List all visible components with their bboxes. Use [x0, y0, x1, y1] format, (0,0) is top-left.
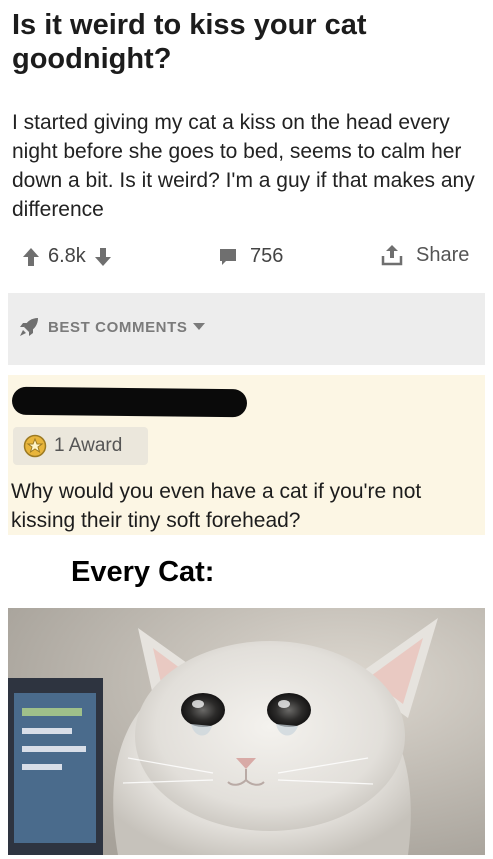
crying-cat-image [8, 608, 485, 855]
award-badge[interactable]: 1 Award [13, 427, 148, 465]
upvote-arrow-icon[interactable] [22, 247, 40, 267]
comments-button[interactable]: 756 [218, 245, 283, 268]
comment-text: Why would you even have a cat if you're … [11, 480, 422, 532]
redacted-username [11, 386, 248, 418]
comments-sort-bar: BEST COMMENTS [8, 293, 485, 365]
downvote-arrow-icon[interactable] [94, 247, 112, 267]
post-body: I started giving my cat a kiss on the he… [12, 111, 475, 221]
post-action-bar: 6.8k 756 Share [0, 236, 493, 282]
sort-label: BEST COMMENTS [48, 318, 188, 336]
vote-group: 6.8k [22, 245, 112, 268]
award-label: 1 Award [54, 435, 123, 456]
crying-cat-photo [8, 608, 485, 855]
award-medal-icon [23, 434, 47, 458]
share-icon [381, 245, 403, 266]
top-comment: 1 Award Why would you even have a cat if… [8, 375, 485, 535]
comment-count: 756 [250, 245, 284, 267]
share-button[interactable]: Share [381, 243, 469, 267]
sort-dropdown[interactable]: BEST COMMENTS [18, 316, 206, 338]
rocket-icon [20, 318, 38, 336]
caret-down-icon [193, 323, 206, 330]
meme-caption: Every Cat: [71, 556, 215, 588]
comment-bubble-icon [220, 248, 236, 265]
upvote-count: 6.8k [48, 245, 86, 267]
post-title[interactable]: Is it weird to kiss your cat goodnight? [12, 8, 482, 76]
share-label: Share [416, 243, 470, 266]
